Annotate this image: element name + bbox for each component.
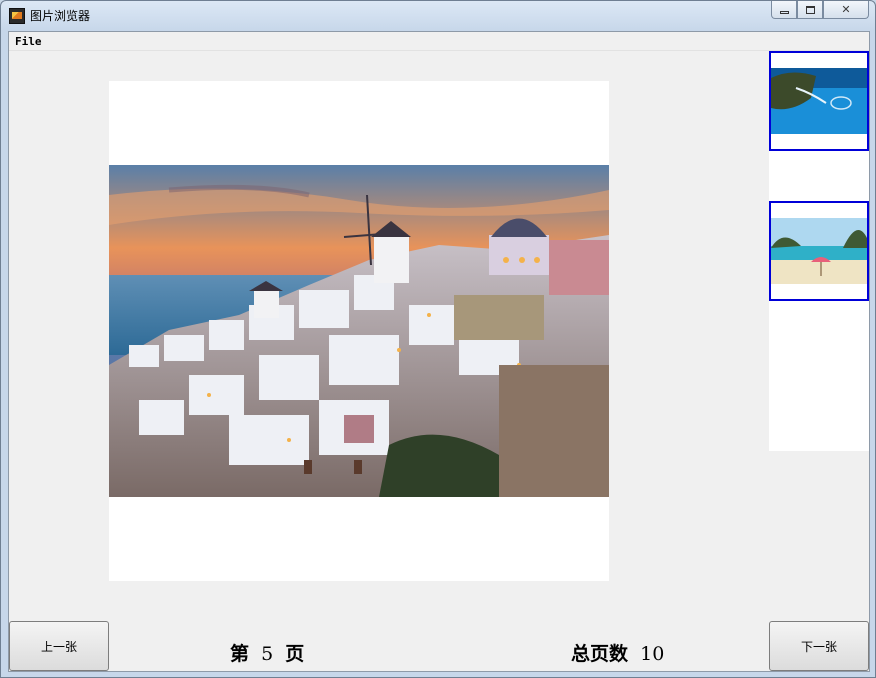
total-label: 总页数	[571, 643, 629, 665]
thumbnail-image	[771, 218, 867, 284]
total-pages: 10	[640, 643, 665, 665]
close-icon: ✕	[841, 3, 851, 16]
window-title: 图片浏览器	[30, 9, 91, 23]
page-prefix: 第	[230, 643, 250, 665]
minimize-icon	[779, 10, 789, 14]
close-button[interactable]: ✕	[823, 1, 869, 19]
app-window: 图片浏览器 ✕ File 上一张 下一张 第 5 页 总页数 10	[0, 0, 876, 678]
maximize-icon	[805, 5, 815, 14]
page-number: 5	[261, 643, 274, 665]
title-bar[interactable]: 图片浏览器 ✕	[1, 1, 875, 30]
menu-bar: File	[9, 32, 869, 51]
maximize-button[interactable]	[797, 1, 823, 19]
page-indicator: 第 5 页	[230, 639, 304, 666]
client-area: File 上一张 下一张 第 5 页 总页数 10	[8, 31, 870, 672]
total-pages-indicator: 总页数 10	[571, 639, 664, 666]
main-image	[109, 165, 609, 497]
thumbnail-beach-umbrella[interactable]	[769, 201, 869, 301]
thumbnail-island-lagoon[interactable]	[769, 51, 869, 151]
main-image-frame	[109, 81, 609, 581]
prev-button[interactable]: 上一张	[9, 621, 109, 671]
next-button[interactable]: 下一张	[769, 621, 869, 671]
app-icon	[9, 8, 25, 24]
thumbnail-panel[interactable]	[769, 51, 869, 451]
menu-file[interactable]: File	[15, 35, 42, 48]
page-suffix: 页	[285, 643, 305, 665]
window-controls: ✕	[771, 1, 869, 20]
minimize-button[interactable]	[771, 1, 797, 19]
thumbnail-image	[771, 68, 867, 134]
